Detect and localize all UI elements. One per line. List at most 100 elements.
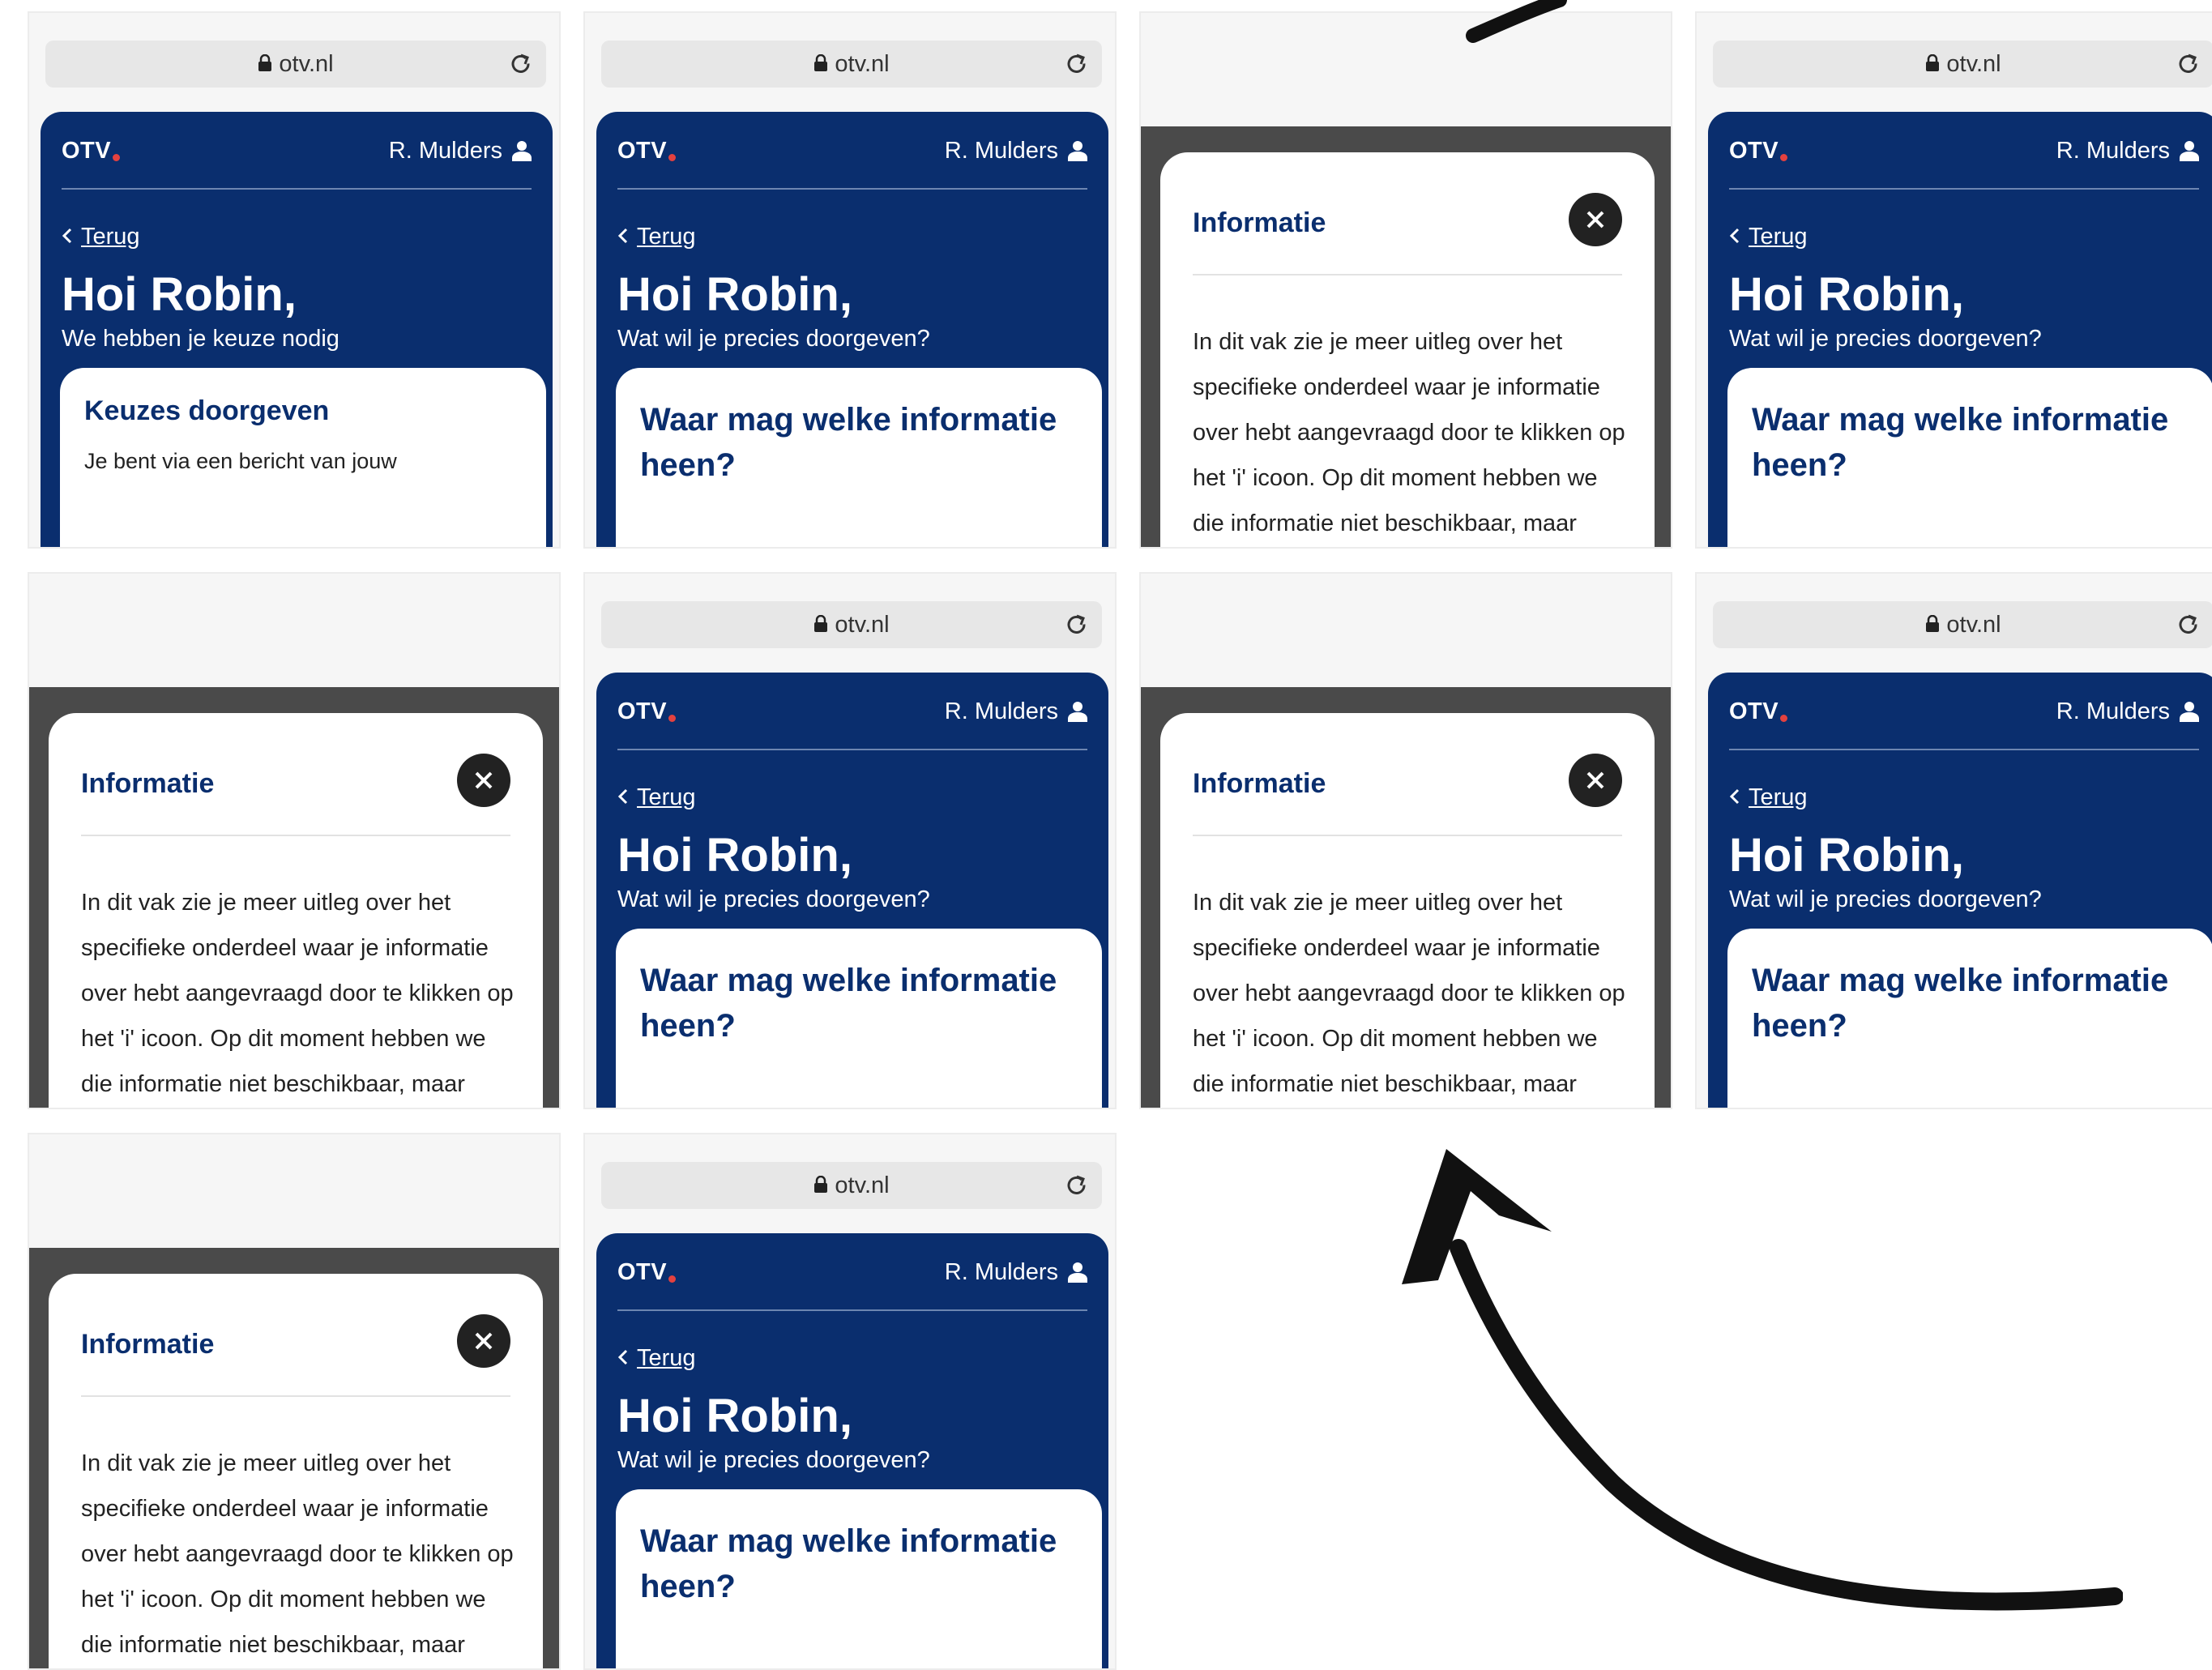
url-text: otv.nl [835, 612, 890, 638]
modal-line: specifieke onderdeel waar je informatie [1193, 374, 1600, 400]
subtitle: Wat wil je precies doorgeven? [617, 1447, 930, 1473]
otv-logo[interactable]: OTV [62, 138, 121, 164]
content-card: Waar mag welke informatie heen? [1727, 929, 2212, 1108]
user-menu[interactable]: R. Mulders [2056, 698, 2199, 728]
card-title: Waar mag welke informatie [1752, 963, 2169, 998]
card-body: Je bent via een bericht van jouw [84, 449, 397, 473]
modal-title: Informatie [1193, 207, 1326, 238]
greeting-heading: Hoi Robin, [617, 1390, 852, 1442]
app-screen: OTV R. Mulders Terug Hoi Robin, We hebbe… [41, 112, 553, 547]
user-icon [1068, 1262, 1087, 1289]
subtitle: Wat wil je precies doorgeven? [1729, 326, 2042, 352]
screen-question: otv.nl OTV R. Mulders Terug Hoi Robin, W… [583, 11, 1117, 549]
screen-question: otv.nl OTV R. Mulders Terug Hoi Robin, W… [583, 1133, 1117, 1670]
otv-logo[interactable]: OTV [1729, 698, 1788, 725]
lock-icon [1925, 41, 1940, 88]
user-icon [2180, 701, 2199, 728]
greeting-heading: Hoi Robin, [1729, 268, 1964, 321]
card-title: Waar mag welke informatie [640, 963, 1057, 998]
app-screen: OTV R. Mulders Terug Hoi Robin, Wat wil … [1708, 673, 2212, 1108]
app-screen: OTV R. Mulders Terug Hoi Robin, Wat wil … [596, 673, 1108, 1108]
browser-url-bar[interactable]: otv.nl [1713, 601, 2212, 648]
greeting-heading: Hoi Robin, [1729, 829, 1964, 882]
card-title-continued: heen? [640, 447, 736, 483]
modal-line: die informatie niet beschikbaar, maar [1193, 1071, 1577, 1097]
back-link[interactable]: Terug [1729, 784, 1808, 811]
reload-icon[interactable] [1063, 1172, 1089, 1202]
lock-icon [813, 602, 828, 649]
modal-line: het 'i' icoon. Op dit moment hebben we [81, 1026, 486, 1052]
screen-info-modal: Informatie In dit vak zie je meer uitleg… [1139, 11, 1672, 549]
card-title: Waar mag welke informatie [1752, 402, 2169, 438]
close-button[interactable] [1569, 193, 1622, 246]
browser-url-bar[interactable]: otv.nl [601, 41, 1102, 88]
browser-url-bar[interactable]: otv.nl [45, 41, 546, 88]
url-text: otv.nl [279, 51, 334, 77]
screen-question: otv.nl OTV R. Mulders Terug Hoi Robin, W… [583, 572, 1117, 1109]
header-divider [1729, 749, 2199, 750]
browser-url-bar[interactable]: otv.nl [601, 1162, 1102, 1209]
browser-url-bar[interactable]: otv.nl [601, 601, 1102, 648]
screen-info-modal: Informatie In dit vak zie je meer uitleg… [28, 572, 561, 1109]
user-menu[interactable]: R. Mulders [945, 698, 1087, 728]
header-divider [617, 188, 1087, 190]
lock-icon [813, 1163, 828, 1210]
back-link[interactable]: Terug [617, 784, 696, 811]
modal-body: In dit vak zie je meer uitleg over het s… [1193, 880, 1630, 1107]
modal-line: het 'i' icoon. Op dit moment hebben we [1193, 465, 1598, 491]
user-menu[interactable]: R. Mulders [945, 138, 1087, 168]
close-button[interactable] [1569, 754, 1622, 807]
subtitle: Wat wil je precies doorgeven? [617, 886, 930, 912]
reload-icon[interactable] [1063, 611, 1089, 641]
reload-icon[interactable] [2175, 611, 2201, 641]
card-title: Waar mag welke informatie [640, 402, 1057, 438]
chevron-left-icon [617, 224, 629, 250]
app-screen: OTV R. Mulders Terug Hoi Robin, Wat wil … [596, 112, 1108, 547]
header-divider [617, 1309, 1087, 1311]
screen-question: otv.nl OTV R. Mulders Terug Hoi Robin, W… [1695, 11, 2212, 549]
app-screen: OTV R. Mulders Terug Hoi Robin, Wat wil … [596, 1233, 1108, 1668]
greeting-heading: Hoi Robin, [62, 268, 297, 321]
close-icon [1586, 211, 1604, 229]
user-menu[interactable]: R. Mulders [2056, 138, 2199, 168]
screen-info-modal: Informatie In dit vak zie je meer uitleg… [1139, 572, 1672, 1109]
content-card: Waar mag welke informatie heen? [1727, 368, 2212, 547]
user-icon [1068, 140, 1087, 168]
app-screen: OTV R. Mulders Terug Hoi Robin, Wat wil … [1708, 112, 2212, 547]
chevron-left-icon [617, 1345, 629, 1371]
otv-logo[interactable]: OTV [617, 698, 677, 725]
user-menu[interactable]: R. Mulders [945, 1259, 1087, 1289]
modal-line: het 'i' icoon. Op dit moment hebben we [81, 1587, 486, 1612]
info-modal: Informatie In dit vak zie je meer uitleg… [1160, 713, 1655, 1108]
modal-line: die informatie niet beschikbaar, maar [81, 1071, 465, 1097]
back-link[interactable]: Terug [617, 1345, 696, 1372]
reload-icon[interactable] [1063, 50, 1089, 80]
url-text: otv.nl [1946, 51, 2001, 77]
modal-line: specifieke onderdeel waar je informatie [81, 1496, 489, 1522]
back-link[interactable]: Terug [1729, 224, 1808, 250]
modal-line: In dit vak zie je meer uitleg over het [81, 1450, 451, 1476]
card-title-continued: heen? [640, 1008, 736, 1044]
close-button[interactable] [457, 1314, 510, 1368]
browser-url-bar[interactable]: otv.nl [1713, 41, 2212, 88]
close-button[interactable] [457, 754, 510, 807]
greeting-heading: Hoi Robin, [617, 268, 852, 321]
back-link[interactable]: Terug [62, 224, 140, 250]
user-menu[interactable]: R. Mulders [389, 138, 532, 168]
chevron-left-icon [1729, 784, 1740, 810]
screen-choice: otv.nl OTV R. Mulders Terug Hoi Robin, W… [28, 11, 561, 549]
content-card: Waar mag welke informatie heen? [616, 929, 1102, 1108]
otv-logo[interactable]: OTV [617, 1259, 677, 1286]
reload-icon[interactable] [2175, 50, 2201, 80]
reload-icon[interactable] [507, 50, 533, 80]
modal-line: specifieke onderdeel waar je informatie [1193, 935, 1600, 961]
back-link[interactable]: Terug [617, 224, 696, 250]
content-card: Waar mag welke informatie heen? [616, 1489, 1102, 1668]
subtitle: Wat wil je precies doorgeven? [617, 326, 930, 352]
content-card: Keuzes doorgeven Je bent via een bericht… [60, 368, 546, 547]
otv-logo[interactable]: OTV [617, 138, 677, 164]
header-divider [1729, 188, 2199, 190]
close-icon [475, 771, 493, 789]
modal-divider [81, 835, 510, 836]
otv-logo[interactable]: OTV [1729, 138, 1788, 164]
